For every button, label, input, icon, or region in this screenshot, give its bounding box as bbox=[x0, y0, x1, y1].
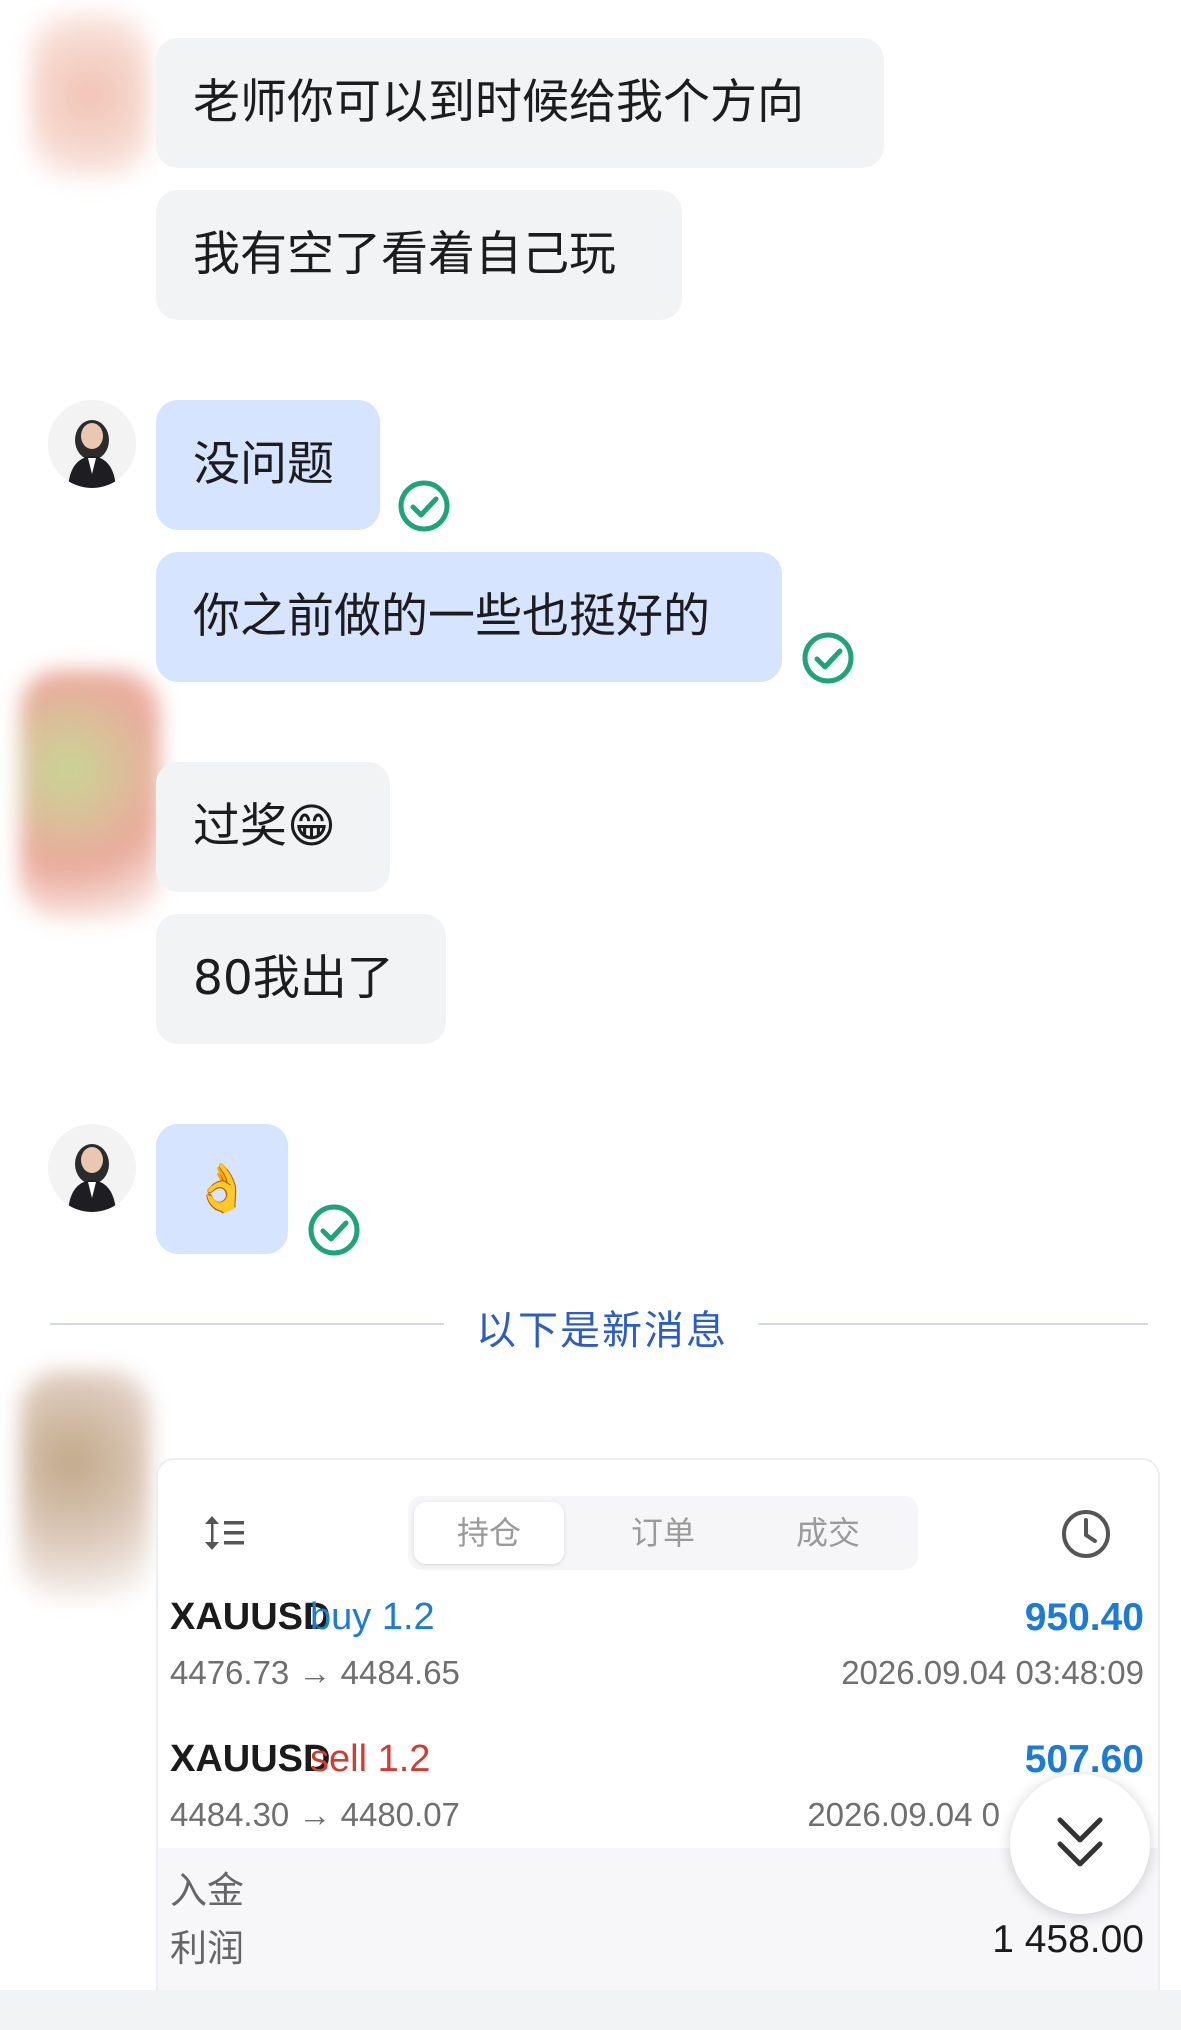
divider-line bbox=[50, 1323, 444, 1325]
message-bubble-outgoing[interactable]: 没问题 bbox=[156, 400, 380, 530]
trade-symbol: XAUUSD bbox=[170, 1596, 331, 1638]
trade-symbol: XAUUSD bbox=[170, 1738, 331, 1780]
summary-label: 入金 bbox=[170, 1869, 244, 1912]
message-text: 👌 bbox=[192, 1161, 252, 1216]
message-bubble-incoming[interactable]: 过奖😁 bbox=[156, 762, 390, 892]
trade-time: 2026.09.04 0 bbox=[807, 1796, 1000, 1833]
trade-side: sell 1.2 bbox=[310, 1738, 431, 1780]
tab-positions[interactable]: 持仓 bbox=[414, 1502, 564, 1564]
double-chevron-down-icon bbox=[1057, 1817, 1103, 1867]
check-circle-icon bbox=[398, 480, 450, 532]
message-text: 你之前做的一些也挺好的 bbox=[193, 589, 710, 644]
message-text: 老师你可以到时候给我个方向 bbox=[193, 75, 804, 130]
summary-label: 利润 bbox=[170, 1927, 244, 1970]
new-messages-divider: 以下是新消息 bbox=[476, 1308, 728, 1354]
check-circle-icon bbox=[308, 1204, 360, 1256]
message-text: 没问题 bbox=[193, 437, 334, 492]
contact-avatar-blurred bbox=[30, 10, 150, 180]
tab-deals[interactable]: 成交 bbox=[753, 1496, 903, 1570]
message-bubble-outgoing[interactable]: 你之前做的一些也挺好的 bbox=[156, 552, 782, 682]
message-bubble-incoming[interactable]: 我有空了看着自己玩 bbox=[156, 190, 682, 320]
trade-time: 2026.09.04 03:48:09 bbox=[841, 1654, 1144, 1691]
message-bubble-incoming[interactable]: 80我出了 bbox=[156, 914, 446, 1044]
my-avatar[interactable] bbox=[48, 400, 136, 488]
message-bubble-outgoing[interactable]: 👌 bbox=[156, 1124, 288, 1254]
sort-icon bbox=[205, 1516, 244, 1550]
trade-side: buy 1.2 bbox=[310, 1596, 435, 1638]
contact-avatar-blurred bbox=[20, 1370, 150, 1600]
trade-screenshot-message[interactable]: 持仓 订单 成交 XAUUSD buy 1.2 950.40 4476.73 →… bbox=[156, 1458, 1160, 2022]
check-circle-icon bbox=[802, 632, 854, 684]
trade-profit: 950.40 bbox=[1024, 1596, 1144, 1639]
input-bar-edge bbox=[0, 1990, 1181, 2030]
scroll-to-bottom-button[interactable] bbox=[1010, 1774, 1150, 1914]
trade-prices: 4484.30 → 4480.07 bbox=[170, 1796, 460, 1833]
clock-icon[interactable] bbox=[1060, 1508, 1112, 1560]
divider-line bbox=[758, 1323, 1148, 1325]
message-text: 我有空了看着自己玩 bbox=[193, 227, 616, 282]
tab-segment: 持仓 订单 成交 bbox=[408, 1496, 918, 1570]
my-avatar[interactable] bbox=[48, 1124, 136, 1212]
message-text: 过奖😁 bbox=[193, 799, 336, 854]
message-text: 80我出了 bbox=[193, 951, 394, 1006]
message-bubble-incoming[interactable]: 老师你可以到时候给我个方向 bbox=[156, 38, 884, 168]
contact-avatar-blurred bbox=[20, 670, 160, 920]
trade-prices: 4476.73 → 4484.65 bbox=[170, 1654, 460, 1691]
summary-value: 1 458.00 bbox=[992, 1918, 1144, 1961]
tab-orders[interactable]: 订单 bbox=[588, 1496, 738, 1570]
